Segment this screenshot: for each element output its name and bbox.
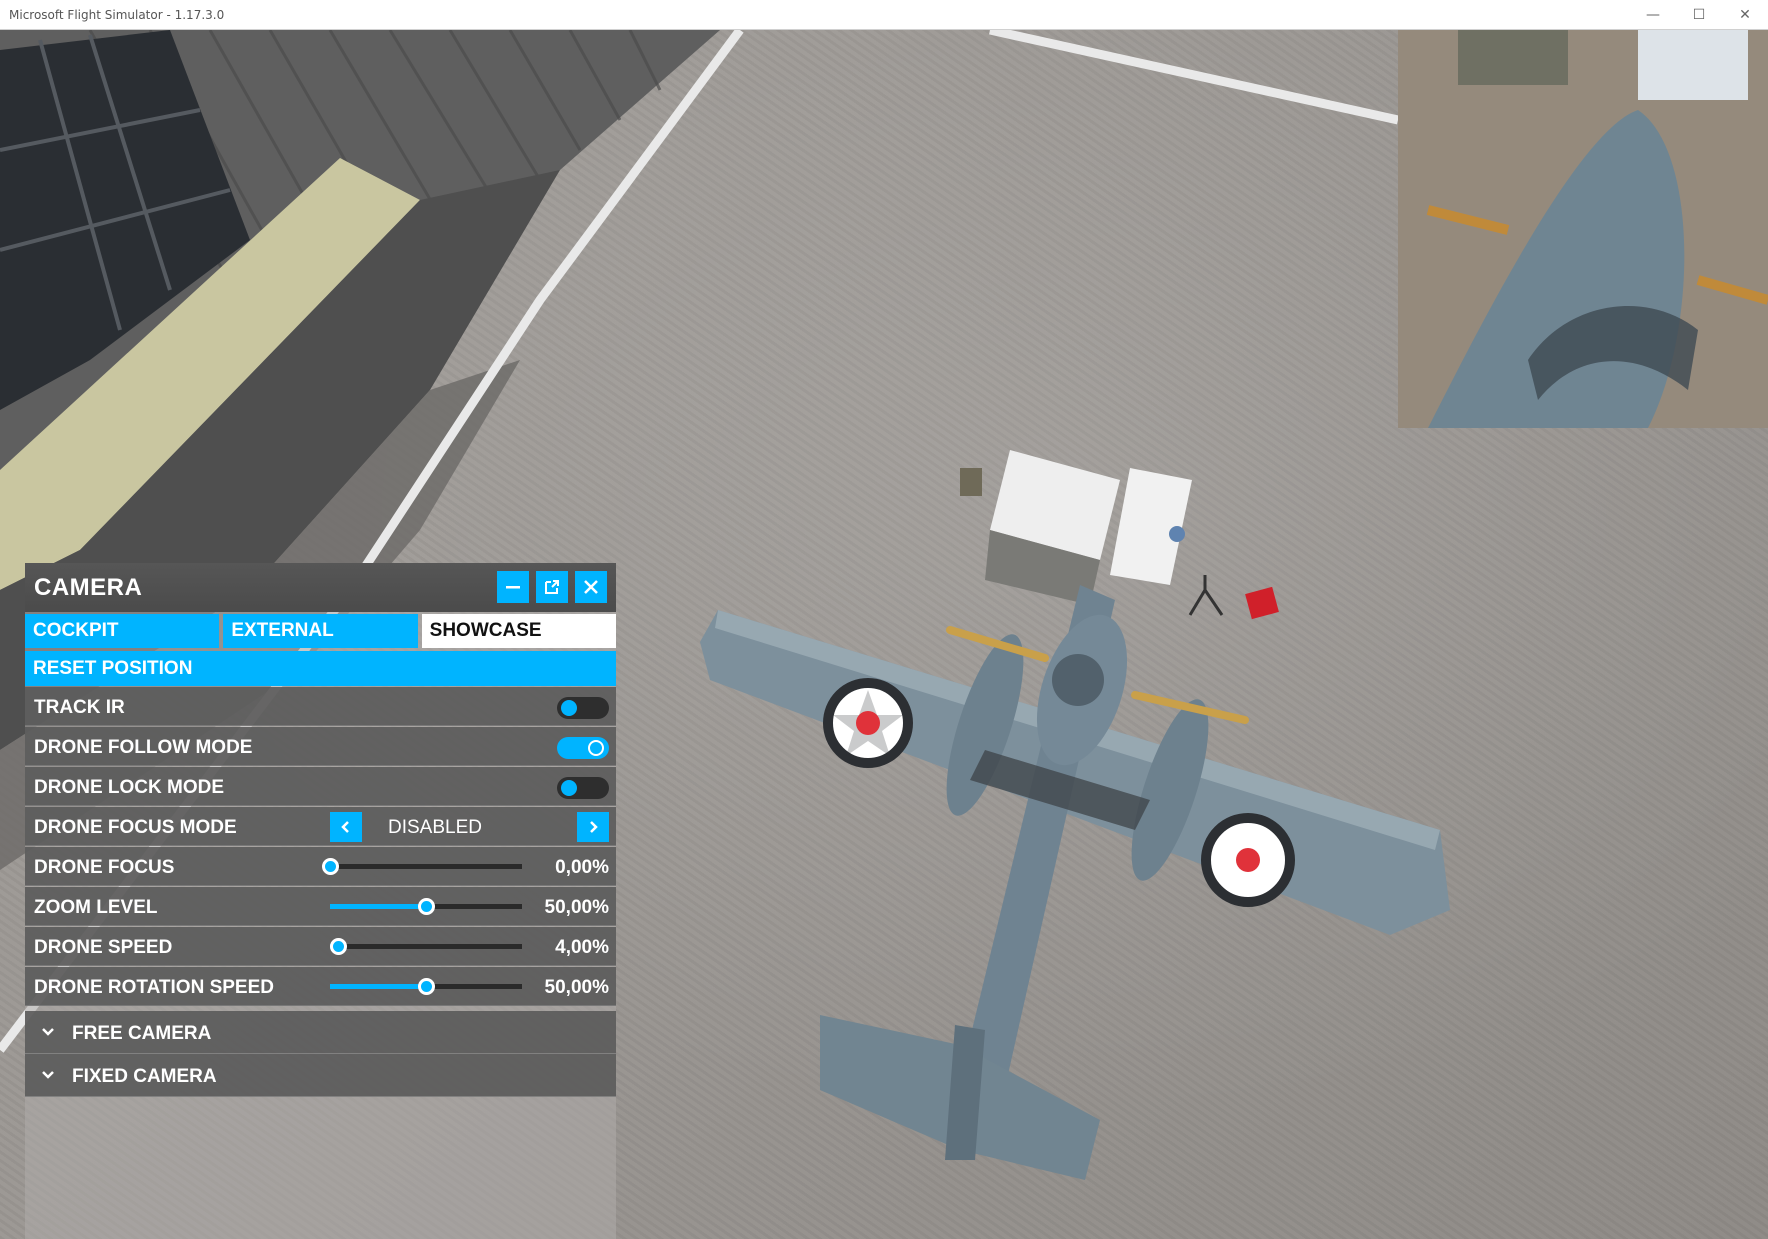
camera-mode-tabs: COCKPIT EXTERNAL SHOWCASE xyxy=(25,614,616,648)
apron-line-top xyxy=(989,30,1399,125)
drone-focus-label: DRONE FOCUS xyxy=(34,857,175,878)
drone-follow-mode-toggle[interactable] xyxy=(557,737,609,759)
fixed-camera-label: FIXED CAMERA xyxy=(72,1066,217,1087)
drone-focus-slider[interactable] xyxy=(322,858,522,875)
slider-thumb[interactable] xyxy=(322,858,339,875)
zoom-level-slider[interactable] xyxy=(330,898,522,915)
window-controls: — ☐ ✕ xyxy=(1630,0,1768,30)
setting-row-drone-focus: DRONE FOCUS 0,00% xyxy=(25,847,616,886)
setting-row-drone-focus-mode: DRONE FOCUS MODE DISABLED xyxy=(25,807,616,846)
minimize-icon xyxy=(506,586,520,589)
zoom-level-label: ZOOM LEVEL xyxy=(34,897,158,918)
drone-speed-label: DRONE SPEED xyxy=(34,937,173,958)
camera-panel-title: CAMERA xyxy=(34,574,143,601)
setting-row-drone-speed: DRONE SPEED 4,00% xyxy=(25,927,616,966)
setting-row-zoom-level: ZOOM LEVEL 50,00% xyxy=(25,887,616,926)
setting-row-drone-follow-mode: DRONE FOLLOW MODE xyxy=(25,727,616,766)
slider-fill xyxy=(330,904,426,909)
window-title: Microsoft Flight Simulator - 1.17.3.0 xyxy=(9,7,225,22)
slider-fill xyxy=(330,984,426,989)
chevron-down-icon xyxy=(42,1071,54,1079)
maximize-window-icon[interactable]: ☐ xyxy=(1676,0,1722,30)
tripod-stand xyxy=(1188,575,1224,616)
track-ir-toggle[interactable] xyxy=(557,697,609,719)
drone-focus-mode-label: DRONE FOCUS MODE xyxy=(34,817,237,838)
drone-speed-slider[interactable] xyxy=(329,938,522,955)
minimize-panel-button[interactable] xyxy=(497,571,529,603)
chevron-down-icon xyxy=(42,1028,54,1036)
pop-out-panel-button[interactable] xyxy=(536,571,568,603)
red-equipment-box xyxy=(1245,586,1279,620)
window-title-bar: Microsoft Flight Simulator - 1.17.3.0 — … xyxy=(0,0,1768,30)
free-camera-label: FREE CAMERA xyxy=(72,1023,212,1044)
drone-rotation-speed-slider[interactable] xyxy=(330,978,522,995)
close-panel-button[interactable] xyxy=(575,571,607,603)
inset-illustration xyxy=(1398,30,1768,428)
reset-position-button[interactable]: RESET POSITION xyxy=(25,651,616,686)
ground-power-unit xyxy=(960,450,1120,605)
close-icon xyxy=(584,580,598,594)
drone-rotation-speed-value: 50,00% xyxy=(544,977,609,998)
tab-external[interactable]: EXTERNAL xyxy=(223,614,418,648)
toggle-knob xyxy=(561,700,577,716)
camera-panel-header: CAMERA xyxy=(25,563,616,612)
slider-thumb[interactable] xyxy=(418,898,435,915)
drone-focus-value: 0,00% xyxy=(555,857,609,878)
toggle-knob xyxy=(588,740,604,756)
setting-row-drone-lock-mode: DRONE LOCK MODE xyxy=(25,767,616,806)
minimize-window-icon[interactable]: — xyxy=(1630,0,1676,30)
tab-cockpit[interactable]: COCKPIT xyxy=(25,614,220,648)
track-ir-label: TRACK IR xyxy=(34,697,125,718)
drone-rotation-speed-label: DRONE ROTATION SPEED xyxy=(34,977,274,998)
slider-thumb[interactable] xyxy=(418,978,435,995)
focus-mode-value: DISABLED xyxy=(388,817,482,838)
zoom-level-value: 50,00% xyxy=(544,897,609,918)
drone-lock-mode-toggle[interactable] xyxy=(557,777,609,799)
drone-follow-mode-label: DRONE FOLLOW MODE xyxy=(34,737,253,758)
toggle-knob xyxy=(561,780,577,796)
close-window-icon[interactable]: ✕ xyxy=(1722,0,1768,30)
setting-row-track-ir: TRACK IR xyxy=(25,687,616,726)
drone-lock-mode-label: DRONE LOCK MODE xyxy=(34,777,224,798)
air-cart xyxy=(1110,468,1192,585)
tab-showcase[interactable]: SHOWCASE xyxy=(421,614,616,648)
inset-view xyxy=(1398,30,1768,428)
section-fixed-camera[interactable]: FIXED CAMERA xyxy=(25,1054,616,1097)
section-free-camera[interactable]: FREE CAMERA xyxy=(25,1011,616,1054)
setting-row-drone-rotation-speed: DRONE ROTATION SPEED 50,00% xyxy=(25,967,616,1006)
aircraft xyxy=(700,585,1450,1180)
camera-panel: CAMERA COCKPIT EXTERNAL SHOWCASE RESET P… xyxy=(25,563,616,1239)
pop-out-icon xyxy=(545,580,559,594)
drone-speed-value: 4,00% xyxy=(555,937,609,958)
focus-mode-next-button[interactable] xyxy=(577,812,609,842)
slider-thumb[interactable] xyxy=(329,938,347,955)
chevron-right-icon xyxy=(590,821,598,833)
